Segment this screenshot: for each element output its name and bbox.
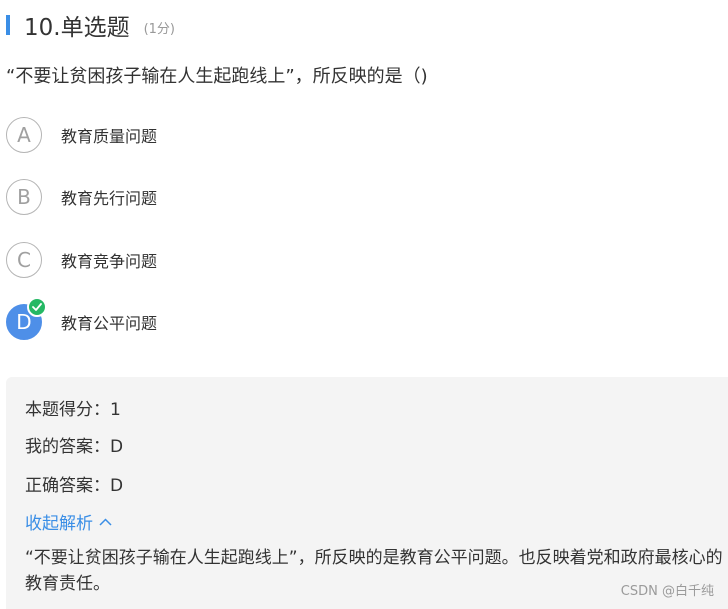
question-title: 10.单选题	[24, 15, 130, 41]
chevron-up-icon	[99, 517, 112, 526]
collapse-analysis-button[interactable]: 收起解析	[25, 509, 112, 534]
check-icon	[27, 297, 47, 317]
analysis-panel: 本题得分：1 我的答案：D 正确答案：D 收起解析 “不要让贫困孩子输在人生起跑…	[6, 377, 728, 609]
option-a[interactable]: A 教育质量问题	[6, 116, 157, 154]
watermark: CSDN @白千纯	[620, 584, 714, 599]
option-c[interactable]: C 教育竞争问题	[6, 241, 157, 279]
option-d[interactable]: D 教育公平问题	[6, 297, 158, 341]
title-accent-bar	[6, 15, 10, 35]
question-header: 10.单选题 (1分)	[6, 10, 175, 41]
option-b[interactable]: B 教育先行问题	[6, 178, 157, 216]
option-c-label: 教育竞争问题	[61, 252, 158, 271]
option-b-letter: B	[6, 179, 42, 215]
option-d-label: 教育公平问题	[61, 314, 158, 333]
collapse-analysis-label: 收起解析	[25, 514, 93, 534]
option-c-letter: C	[6, 242, 42, 278]
option-b-label: 教育先行问题	[61, 189, 158, 208]
option-d-circle: D	[6, 297, 47, 340]
question-score: (1分)	[143, 21, 175, 37]
score-line: 本题得分：1	[25, 400, 121, 420]
question-text: “不要让贫困孩子输在人生起跑线上”，所反映的是（)	[6, 66, 428, 87]
option-a-letter: A	[6, 117, 42, 153]
correct-answer: 正确答案：D	[25, 476, 124, 496]
option-a-label: 教育质量问题	[61, 127, 158, 146]
my-answer: 我的答案：D	[25, 437, 124, 457]
